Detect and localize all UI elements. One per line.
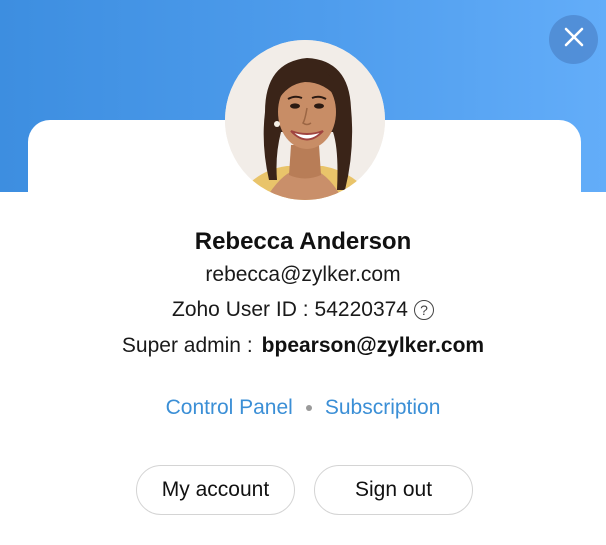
- separator-dot: [305, 405, 312, 411]
- links-row: Control Panel Subscription: [0, 396, 606, 420]
- sign-out-button[interactable]: Sign out: [314, 465, 473, 515]
- subscription-link[interactable]: Subscription: [325, 396, 441, 420]
- avatar: [225, 40, 385, 200]
- super-admin-row: Super admin : bpearson@zylker.com: [0, 334, 606, 358]
- user-id-value: 54220374: [314, 298, 408, 321]
- super-admin-label: Super admin :: [121, 334, 253, 357]
- profile-popover: Rebecca Anderson rebecca@zylker.com Zoho…: [0, 0, 606, 545]
- user-id-row: Zoho User ID : 54220374 ?: [0, 298, 606, 322]
- my-account-button[interactable]: My account: [136, 465, 295, 515]
- super-admin-email: bpearson@zylker.com: [261, 334, 485, 357]
- user-name: Rebecca Anderson: [194, 228, 412, 255]
- help-icon[interactable]: ?: [413, 300, 434, 320]
- close-button[interactable]: [549, 15, 598, 64]
- user-id-label: Zoho User ID :: [172, 298, 309, 321]
- close-icon: [563, 26, 585, 53]
- control-panel-link[interactable]: Control Panel: [166, 396, 293, 420]
- user-email: rebecca@zylker.com: [205, 263, 401, 286]
